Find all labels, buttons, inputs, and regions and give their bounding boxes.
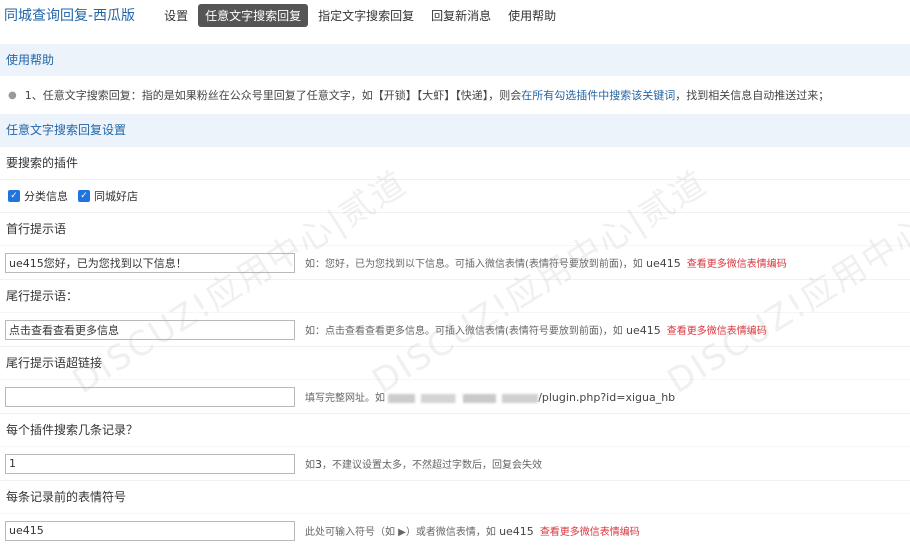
tail-link-tip-text: 填写完整网址。如 xyxy=(305,393,385,404)
first-line-tip: 如：您好，已为您找到以下信息。可插入微信表情(表情符号要放到前面)，如 ue41… xyxy=(305,255,787,270)
tail-line-input[interactable] xyxy=(5,319,295,340)
record-count-row: 如3，不建议设置太多，不然超过字数后，回复会失效 xyxy=(0,446,910,480)
tail-line-tip: 如：点击查看查看更多信息。可插入微信表情(表情符号要放到前面)，如 ue415 查… xyxy=(305,322,767,337)
emoji-prefix-input[interactable] xyxy=(5,520,295,541)
help-text: ● 1、任意文字搜索回复：指的是如果粉丝在公众号里回复了任意文字，如【开锁】【大… xyxy=(0,76,910,114)
more-emoji-link[interactable]: 查看更多微信表情编码 xyxy=(667,326,767,337)
help-keyword-link[interactable]: 在所有勾选插件中搜索该关键词 xyxy=(521,87,675,103)
record-count-tip: 如3，不建议设置太多，不然超过字数后，回复会失效 xyxy=(305,456,542,471)
nav-tabs: 设置 任意文字搜索回复 指定文字搜索回复 回复新消息 使用帮助 xyxy=(157,3,566,27)
checkbox-checked-icon[interactable]: ✓ xyxy=(8,190,20,202)
app-title: 同城查询回复-西瓜版 xyxy=(4,8,136,24)
top-bar: 同城查询回复-西瓜版 设置 任意文字搜索回复 指定文字搜索回复 回复新消息 使用… xyxy=(0,0,910,30)
more-emoji-link[interactable]: 查看更多微信表情编码 xyxy=(540,527,640,538)
emoji-prefix-tip-text: 此处可输入符号（如 ▶）或者微信表情，如 xyxy=(305,527,496,538)
redacted-url xyxy=(388,393,539,403)
emoji-prefix-tip: 此处可输入符号（如 ▶）或者微信表情，如 ue415 查看更多微信表情编码 xyxy=(305,523,640,538)
tail-link-row: 填写完整网址。如 /plugin.php?id=xigua_hb xyxy=(0,379,910,413)
settings-section-title: 任意文字搜索回复设置 xyxy=(0,114,910,146)
tab-specified-text-reply[interactable]: 指定文字搜索回复 xyxy=(311,4,421,27)
plugin-checkbox-classified[interactable]: ✓ 分类信息 xyxy=(8,188,68,204)
emoji-prefix-row: 此处可输入符号（如 ▶）或者微信表情，如 ue415 查看更多微信表情编码 xyxy=(0,513,910,547)
record-count-tip-post: ，不建议设置太多，不然超过字数后，回复会失效 xyxy=(322,460,542,471)
record-count-input[interactable] xyxy=(5,453,295,474)
help-text-suffix: ，找到相关信息自动推送过来； xyxy=(675,89,830,102)
plugin-label-classified: 分类信息 xyxy=(24,190,68,203)
tail-link-tip-code: /plugin.php?id=xigua_hb xyxy=(538,391,676,404)
tab-settings[interactable]: 设置 xyxy=(157,4,195,27)
plugin-label-shops: 同城好店 xyxy=(94,190,138,203)
tail-link-input[interactable] xyxy=(5,386,295,407)
tail-line-tip-text: 如：点击查看查看更多信息。可插入微信表情(表情符号要放到前面)，如 xyxy=(305,326,623,337)
record-count-tip-pre: 如 xyxy=(305,460,315,471)
record-count-tip-num: 3 xyxy=(315,458,322,471)
plugins-label: 要搜索的插件 xyxy=(0,146,910,179)
first-line-tip-text: 如：您好，已为您找到以下信息。可插入微信表情(表情符号要放到前面)，如 xyxy=(305,259,643,270)
help-section-title: 使用帮助 xyxy=(0,44,910,76)
record-count-label: 每个插件搜索几条记录？ xyxy=(0,413,910,446)
tab-reply-new-message[interactable]: 回复新消息 xyxy=(424,4,498,27)
help-text-prefix: 1、任意文字搜索回复：指的是如果粉丝在公众号里回复了任意文字，如【开锁】【大虾】… xyxy=(24,89,522,102)
emoji-prefix-label: 每条记录前的表情符号 xyxy=(0,480,910,513)
tail-link-label: 尾行提示语超链接 xyxy=(0,346,910,379)
checkbox-checked-icon[interactable]: ✓ xyxy=(78,190,90,202)
more-emoji-link[interactable]: 查看更多微信表情编码 xyxy=(687,259,787,270)
tail-line-tip-code: ue415 xyxy=(626,324,661,337)
first-line-input[interactable] xyxy=(5,252,295,273)
plugin-checkbox-shops[interactable]: ✓ 同城好店 xyxy=(78,188,138,204)
bullet-icon: ● xyxy=(8,89,17,101)
tail-line-row: 如：点击查看查看更多信息。可插入微信表情(表情符号要放到前面)，如 ue415 查… xyxy=(0,312,910,346)
first-line-label: 首行提示语 xyxy=(0,212,910,245)
first-line-tip-code: ue415 xyxy=(646,257,681,270)
tail-line-label: 尾行提示语： xyxy=(0,279,910,312)
tail-link-tip: 填写完整网址。如 /plugin.php?id=xigua_hb xyxy=(305,389,675,404)
tab-any-text-reply[interactable]: 任意文字搜索回复 xyxy=(198,3,309,27)
first-line-row: 如：您好，已为您找到以下信息。可插入微信表情(表情符号要放到前面)，如 ue41… xyxy=(0,245,910,279)
tab-help[interactable]: 使用帮助 xyxy=(501,4,563,27)
emoji-prefix-tip-code: ue415 xyxy=(499,525,534,538)
plugins-checkbox-group: ✓ 分类信息 ✓ 同城好店 xyxy=(0,179,910,212)
